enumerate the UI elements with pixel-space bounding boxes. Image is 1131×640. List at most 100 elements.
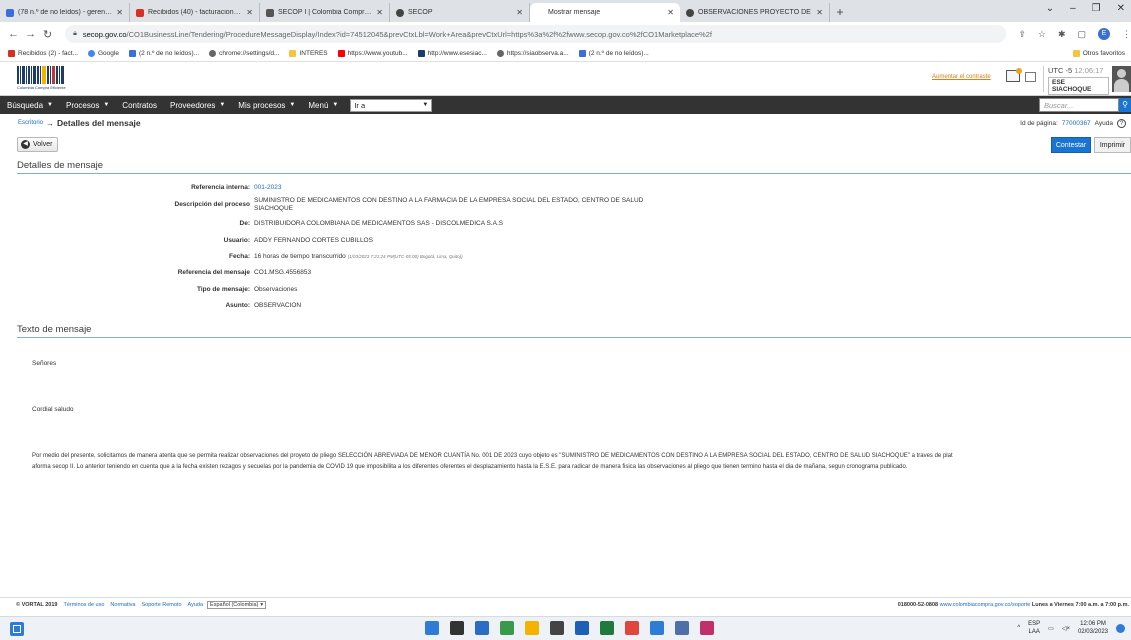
browser-tab[interactable]: (78 n.º de no leídos) - gerenciar ✕ [0, 3, 130, 22]
other-bookmarks[interactable]: Otros favoritos [1072, 50, 1125, 57]
site-footer: © VORTAL 2019 Términos de uso Normativa … [0, 597, 1131, 611]
nav-proveedores[interactable]: Proveedores ▼ [163, 96, 231, 114]
calendar-icon[interactable] [1025, 72, 1036, 82]
section-divider [17, 173, 1131, 174]
taskbar-app-icon[interactable] [450, 621, 464, 635]
bookmark-folder[interactable]: INTERES [289, 50, 328, 57]
browser-tab[interactable]: OBSERVACIONES PROYECTO DE ✕ [680, 3, 830, 22]
url-field[interactable]: 🔒︎ secop.gov.co/CO1BusinessLine/Tenderin… [65, 25, 1007, 43]
contrast-link[interactable]: Aumentar el contraste [932, 74, 991, 80]
minimize-button[interactable]: – [1070, 3, 1076, 14]
windows-start-icon[interactable] [10, 622, 24, 636]
footer-link-terminos[interactable]: Términos de uso [63, 602, 104, 608]
bookmark-item[interactable]: https://siaobserva.a... [496, 50, 569, 57]
detail-row: Tipo de mensaje: Observaciones [197, 286, 298, 293]
browser-tab[interactable]: SECOP I | Colombia Compra Efic ✕ [260, 3, 390, 22]
internal-reference-link[interactable]: 001-2023 [254, 184, 674, 192]
browser-tab-strip: (78 n.º de no leídos) - gerenciar ✕ Recib… [0, 0, 1131, 22]
search-icon[interactable]: ⚲ [1119, 98, 1131, 112]
input-language[interactable]: ESP LAA [1028, 620, 1040, 636]
help-icon[interactable]: ? [1117, 119, 1126, 128]
globe-icon [396, 8, 404, 17]
taskbar-clock[interactable]: 12:06 PM 02/03/2023 [1078, 620, 1108, 636]
bookmark-item[interactable]: chrome://settings/d... [209, 50, 279, 57]
taskbar-app-icon[interactable] [650, 621, 664, 635]
taskbar-app-icon[interactable] [575, 621, 589, 635]
footer-link-ayuda[interactable]: Ayuda [188, 602, 204, 608]
breadcrumb-escritorio[interactable]: Escritorio [18, 120, 43, 126]
footer-link-soporte[interactable]: Soporte Remoto [141, 602, 181, 608]
taskbar-app-icon[interactable] [525, 621, 539, 635]
help-link[interactable]: Ayuda [1095, 120, 1113, 127]
bookmark-item[interactable]: (2 n.º de no leídos)... [128, 50, 199, 57]
close-icon[interactable]: ✕ [246, 8, 253, 17]
page-id-number[interactable]: 77000367 [1062, 120, 1091, 127]
ir-a-select[interactable]: Ir a ▼ [350, 98, 433, 112]
forward-arrow-icon[interactable]: → [23, 28, 38, 40]
volume-icon[interactable]: ◁× [1062, 625, 1070, 632]
close-icon[interactable]: ✕ [516, 8, 523, 17]
notification-icon[interactable] [1116, 623, 1125, 633]
detail-row: Referencia interna: 001-2023 [0, 184, 1131, 192]
tab-search-icon[interactable]: ⌄ [1046, 3, 1054, 14]
language-select[interactable]: Español (Colombia) ▾ [207, 600, 267, 609]
taskbar-app-icon[interactable] [500, 621, 514, 635]
close-icon[interactable]: ✕ [816, 8, 823, 17]
taskbar-app-icon[interactable] [475, 621, 489, 635]
close-icon[interactable]: ✕ [116, 8, 123, 17]
support-link[interactable]: www.colombiacompra.gov.co/soporte [940, 602, 1031, 608]
reply-button[interactable]: Contestar [1051, 137, 1091, 153]
chevron-up-icon[interactable]: ^ [1017, 625, 1020, 631]
timezone-clock: UTC -5 12:06:17 [1048, 66, 1104, 75]
caret-down-icon: ▼ [289, 102, 296, 108]
taskbar-app-icon[interactable] [675, 621, 689, 635]
taskbar-app-icon[interactable] [625, 621, 639, 635]
secop-icon [266, 8, 274, 17]
notifications-icon[interactable] [1006, 68, 1022, 82]
mail-icon [578, 50, 586, 57]
browser-tab[interactable]: Recibidos (40) - facturacionesesi ✕ [130, 3, 260, 22]
maximize-button[interactable]: ❐ [1092, 3, 1101, 14]
caret-down-icon: ▼ [332, 102, 339, 108]
globe-icon [686, 8, 694, 17]
bookmark-item[interactable]: https://www.youtub... [337, 50, 408, 57]
taskbar-app-icon[interactable] [425, 621, 439, 635]
user-avatar[interactable] [1112, 66, 1131, 92]
profile-avatar[interactable]: E [1098, 28, 1111, 40]
extensions-icon[interactable]: ✱ [1058, 29, 1066, 40]
user-info: UTC -5 12:06:17 ESE SIACHOQUE [1043, 66, 1109, 95]
search-input[interactable]: Buscar... [1039, 98, 1119, 112]
bookmark-item[interactable]: Recibidos (2) - fact... [8, 50, 78, 57]
menu-dots-icon[interactable]: ⋮ [1122, 29, 1131, 40]
nav-menu[interactable]: Menú ▼ [301, 96, 344, 114]
close-window-button[interactable]: ✕ [1117, 3, 1125, 14]
bookmark-item[interactable]: (2 n.º de no leídos)... [578, 50, 649, 57]
reload-icon[interactable]: ↻ [40, 28, 55, 41]
browser-tab[interactable]: SECOP ✕ [390, 3, 530, 22]
browser-tab-active[interactable]: Mostrar mensaje ✕ [530, 3, 680, 22]
lock-icon: 🔒︎ [73, 30, 77, 37]
taskbar-app-icon[interactable] [600, 621, 614, 635]
share-icon[interactable]: ⇪ [1018, 29, 1026, 40]
entity-selector[interactable]: ESE SIACHOQUE [1048, 77, 1109, 95]
back-arrow-icon[interactable]: ← [6, 28, 21, 40]
nav-mis-procesos[interactable]: Mis procesos ▼ [231, 96, 301, 114]
star-icon[interactable]: ☆ [1038, 29, 1046, 40]
window-controls: ⌄ – ❐ ✕ [1046, 3, 1125, 14]
taskbar-app-icon[interactable] [700, 621, 714, 635]
taskbar-app-icon[interactable] [550, 621, 564, 635]
back-button[interactable]: ◀ Volver [17, 137, 59, 152]
network-icon[interactable]: ▭ [1048, 625, 1054, 632]
bookmark-item[interactable]: Google [87, 50, 119, 57]
close-icon[interactable]: ✕ [667, 8, 674, 17]
close-icon[interactable]: ✕ [376, 8, 383, 17]
footer-link-normativa[interactable]: Normativa [110, 602, 135, 608]
new-tab-button[interactable]: + [830, 3, 850, 22]
nav-procesos[interactable]: Procesos ▼ [59, 96, 115, 114]
bookmark-item[interactable]: http://www.esesiac... [417, 50, 487, 57]
print-button[interactable]: Imprimir [1094, 137, 1131, 153]
colombia-compra-logo[interactable]: Colombia Compra Eficiente [17, 66, 73, 92]
nav-busqueda[interactable]: Búsqueda ▼ [0, 96, 59, 114]
nav-contratos[interactable]: Contratos [115, 96, 163, 114]
sidepanel-icon[interactable]: ▢ [1078, 29, 1087, 40]
